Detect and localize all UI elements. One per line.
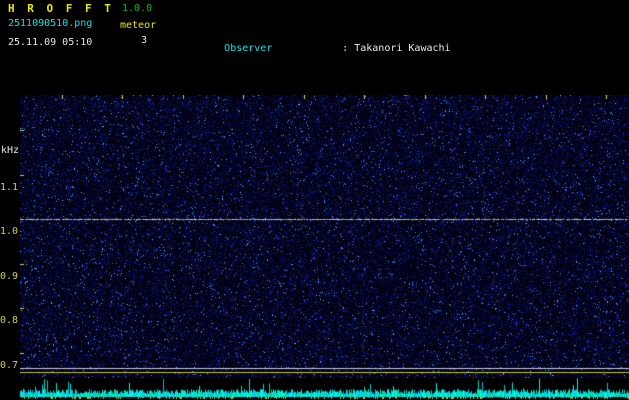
freq-unit-label: kHz bbox=[1, 145, 20, 156]
app-title: H R O F F T bbox=[8, 2, 114, 15]
app-version: 1.0.0 bbox=[122, 3, 153, 14]
signal-level-canvas bbox=[0, 378, 629, 400]
observation-datetime: 25.11.09 05:10 bbox=[8, 37, 93, 48]
hrofft-output-window: H R O F F T 1.0.0 2511090510.png meteor … bbox=[0, 0, 629, 400]
freq-axis-label: 0.8 bbox=[0, 315, 19, 326]
header: H R O F F T 1.0.0 2511090510.png meteor … bbox=[0, 0, 629, 249]
info-label: Observer bbox=[224, 43, 273, 54]
output-filename: 2511090510.png bbox=[8, 18, 93, 29]
freq-axis-label: 1.1 bbox=[0, 182, 19, 193]
freq-axis-label: 1.0 bbox=[0, 226, 19, 237]
freq-axis-label: 0.9 bbox=[0, 271, 19, 282]
echo-count: 3 bbox=[141, 35, 148, 46]
info-value: : Takanori Kawachi bbox=[342, 43, 451, 54]
freq-axis-label: 0.7 bbox=[0, 360, 19, 371]
mode-label: meteor bbox=[120, 20, 157, 31]
spectrogram-canvas bbox=[20, 95, 629, 378]
